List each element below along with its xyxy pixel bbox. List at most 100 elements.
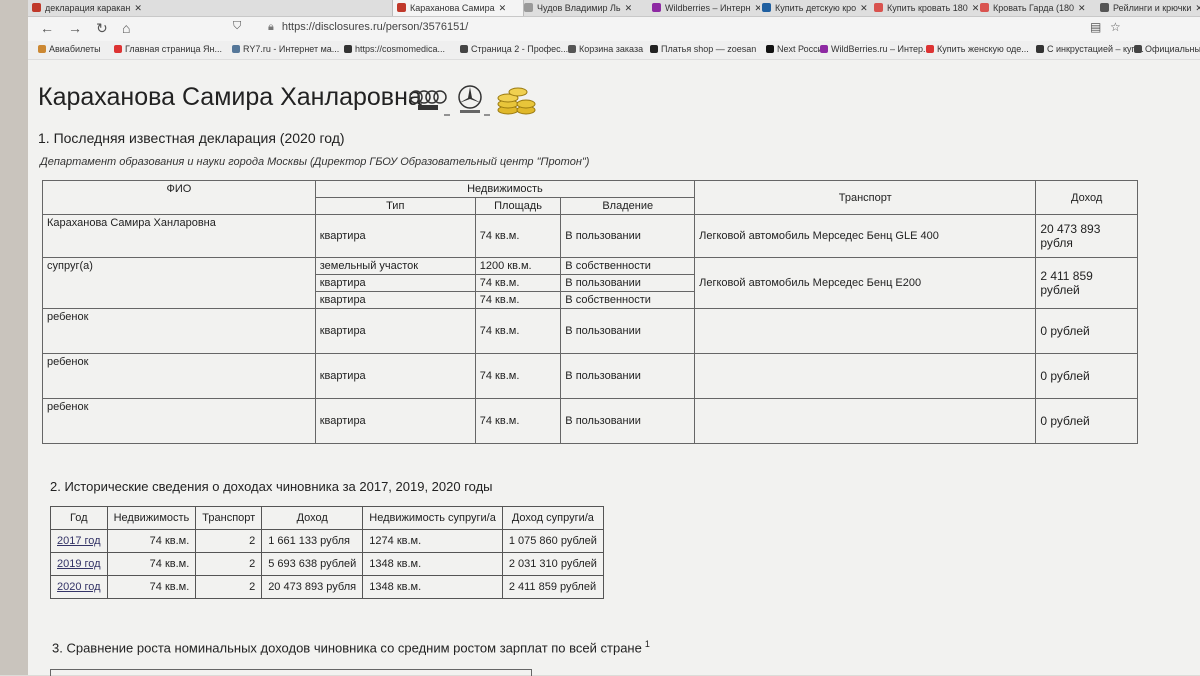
- url-text[interactable]: https://disclosures.ru/person/3576151/: [282, 21, 469, 33]
- bookmark-favicon-icon: [344, 45, 352, 53]
- bookmark-favicon-icon: [232, 45, 240, 53]
- tab[interactable]: Караханова Самира ✕: [392, 0, 524, 16]
- realty-own: В пользовании: [560, 398, 696, 444]
- tab[interactable]: Wildberries – Интерн✕: [648, 0, 760, 16]
- realty-type: квартира: [314, 291, 476, 309]
- bookmark-item[interactable]: https://cosmomedica...: [344, 44, 445, 54]
- tab[interactable]: декларация каракан ✕: [28, 0, 142, 16]
- realty-type: квартира: [314, 353, 476, 399]
- transport-cell: [694, 308, 1037, 354]
- address-bar[interactable]: 🔒︎ https://disclosures.ru/person/3576151/: [268, 21, 468, 34]
- realty-type: земельный участок: [314, 257, 476, 275]
- realty-area: 74 кв.м.: [474, 214, 562, 258]
- mercedes-logo-icon[interactable]: [458, 85, 482, 113]
- realty-type: квартира: [314, 274, 476, 292]
- shield-icon[interactable]: ⛉: [233, 20, 241, 33]
- tab-label: Кровать Гарда (180: [993, 3, 1074, 13]
- reload-icon[interactable]: ↻: [96, 20, 108, 37]
- realty-area: 74 кв.м.: [474, 353, 562, 399]
- bookmark-item[interactable]: Страница 2 - Профес...: [460, 44, 568, 54]
- tab[interactable]: Купить детскую кро ✕: [758, 0, 872, 16]
- bookmark-favicon-icon: [926, 45, 934, 53]
- realty-own: В пользовании: [560, 308, 696, 354]
- realty-own: В пользовании: [560, 274, 696, 292]
- income-cell: 0 рублей: [1035, 398, 1138, 444]
- transport-cell: [694, 398, 1037, 444]
- declaration-table: ФИО Недвижимость Транспорт Доход Тип Пло…: [42, 180, 1138, 444]
- bookmark-label: Платья shop — zoesan: [661, 44, 757, 54]
- close-tab-icon[interactable]: ✕: [134, 3, 142, 13]
- declaration-row: ребенок квартира 74 кв.м. В пользовании 0 ру…: [42, 398, 1138, 444]
- tab[interactable]: Купить кровать 180✕: [870, 0, 978, 16]
- department-text: Департамент образования и науки города М…: [40, 156, 590, 168]
- bookmark-label: RY7.ru - Интернет ма...: [243, 44, 340, 54]
- audi-logo-icon[interactable]: [409, 90, 447, 110]
- footnote-link[interactable]: 1: [645, 639, 650, 649]
- bookmark-favicon-icon: [820, 45, 828, 53]
- person-name: ребенок: [42, 353, 316, 399]
- gold-coins-icon[interactable]: [497, 87, 536, 115]
- bookmark-item[interactable]: Официальный: [1134, 44, 1200, 54]
- history-cell: 2 411 859 рублей: [501, 575, 604, 599]
- close-tab-icon[interactable]: ✕: [860, 3, 868, 13]
- transport-cell: Легковой автомобиль Мерседес Бенц GLE 40…: [694, 214, 1037, 258]
- realty-area: 74 кв.м.: [474, 398, 562, 444]
- bookmark-label: Авиабилеты: [49, 44, 101, 54]
- bookmark-item[interactable]: Next Россия: [766, 44, 828, 54]
- close-tab-icon[interactable]: ✕: [1078, 3, 1086, 13]
- section-2-heading: 2. Исторические сведения о доходах чинов…: [50, 479, 493, 494]
- tab-bar: декларация каракан ✕ Караханова Самира ✕ Чуд…: [28, 0, 1200, 17]
- close-tab-icon[interactable]: ✕: [1195, 3, 1200, 13]
- history-cell: 1348 кв.м.: [362, 552, 503, 576]
- history-col-header: Доход супруги/а: [501, 506, 604, 530]
- bookmark-item[interactable]: Платья shop — zoesan: [650, 44, 756, 54]
- tab[interactable]: Кровать Гарда (180 ✕: [976, 0, 1098, 16]
- bookmark-favicon-icon: [568, 45, 576, 53]
- bookmark-label: Купить женскую оде...: [937, 44, 1029, 54]
- section-1-heading: 1. Последняя известная декларация (2020 …: [38, 130, 345, 146]
- col-type: Тип: [314, 197, 476, 215]
- transport-cell: Легковой автомобиль Мерседес Бенц Е200: [694, 257, 1037, 309]
- bookmark-item[interactable]: Авиабилеты: [38, 44, 101, 54]
- bookmark-favicon-icon: [766, 45, 774, 53]
- bookmark-item[interactable]: Главная страница Ян...: [114, 44, 222, 54]
- year-link[interactable]: 2019 год: [57, 558, 101, 570]
- tab-label: Караханова Самира: [410, 3, 495, 13]
- home-icon[interactable]: ⌂: [122, 20, 130, 36]
- tab[interactable]: Рейлинги и крючки✕: [1096, 0, 1200, 16]
- favicon-icon: [32, 3, 41, 12]
- year-cell: 2017 год: [50, 529, 108, 553]
- year-link[interactable]: 2020 год: [57, 581, 101, 593]
- star-icon[interactable]: ☆: [1110, 20, 1121, 34]
- bookmark-item[interactable]: Корзина заказа: [568, 44, 643, 54]
- history-cell: 1 661 133 рубля: [261, 529, 364, 553]
- income-cell: 0 рублей: [1035, 353, 1138, 399]
- realty-own: В собственности: [560, 291, 696, 309]
- year-cell: 2019 год: [50, 552, 108, 576]
- forward-icon[interactable]: →: [68, 20, 82, 36]
- person-name: ребенок: [42, 308, 316, 354]
- back-icon[interactable]: ←: [40, 20, 54, 36]
- section-3-heading: 3. Сравнение роста номинальных доходов ч…: [52, 639, 650, 655]
- page-title: Караханова Самира Ханларовна: [38, 83, 422, 111]
- history-col-header: Недвижимость супруги/а: [362, 506, 503, 530]
- col-income: Доход: [1035, 180, 1138, 215]
- favicon-icon: [524, 3, 533, 12]
- tab-label: Рейлинги и крючки: [1113, 3, 1192, 13]
- reader-icon[interactable]: ▤: [1090, 20, 1101, 34]
- history-cell: 2: [195, 575, 263, 599]
- history-cell: 74 кв.м.: [106, 529, 197, 553]
- close-tab-icon[interactable]: ✕: [499, 3, 507, 13]
- bookmark-item[interactable]: WildBerries.ru – Интер...: [820, 44, 931, 54]
- bookmark-label: Главная страница Ян...: [125, 44, 223, 54]
- tab[interactable]: Чудов Владимир Ль ✕: [520, 0, 650, 16]
- close-tab-icon[interactable]: ✕: [625, 3, 633, 13]
- col-realty: Недвижимость: [314, 180, 696, 198]
- year-link[interactable]: 2017 год: [57, 535, 101, 547]
- bookmark-item[interactable]: RY7.ru - Интернет ма...: [232, 44, 339, 54]
- year-cell: 2020 год: [50, 575, 108, 599]
- declaration-row: супруг(а) земельный участок 1200 кв.м. В со…: [42, 257, 1138, 309]
- bookmark-item[interactable]: С инкрустацией – куп...: [1036, 44, 1144, 54]
- realty-area: 74 кв.м.: [474, 291, 562, 309]
- bookmark-item[interactable]: Купить женскую оде...: [926, 44, 1029, 54]
